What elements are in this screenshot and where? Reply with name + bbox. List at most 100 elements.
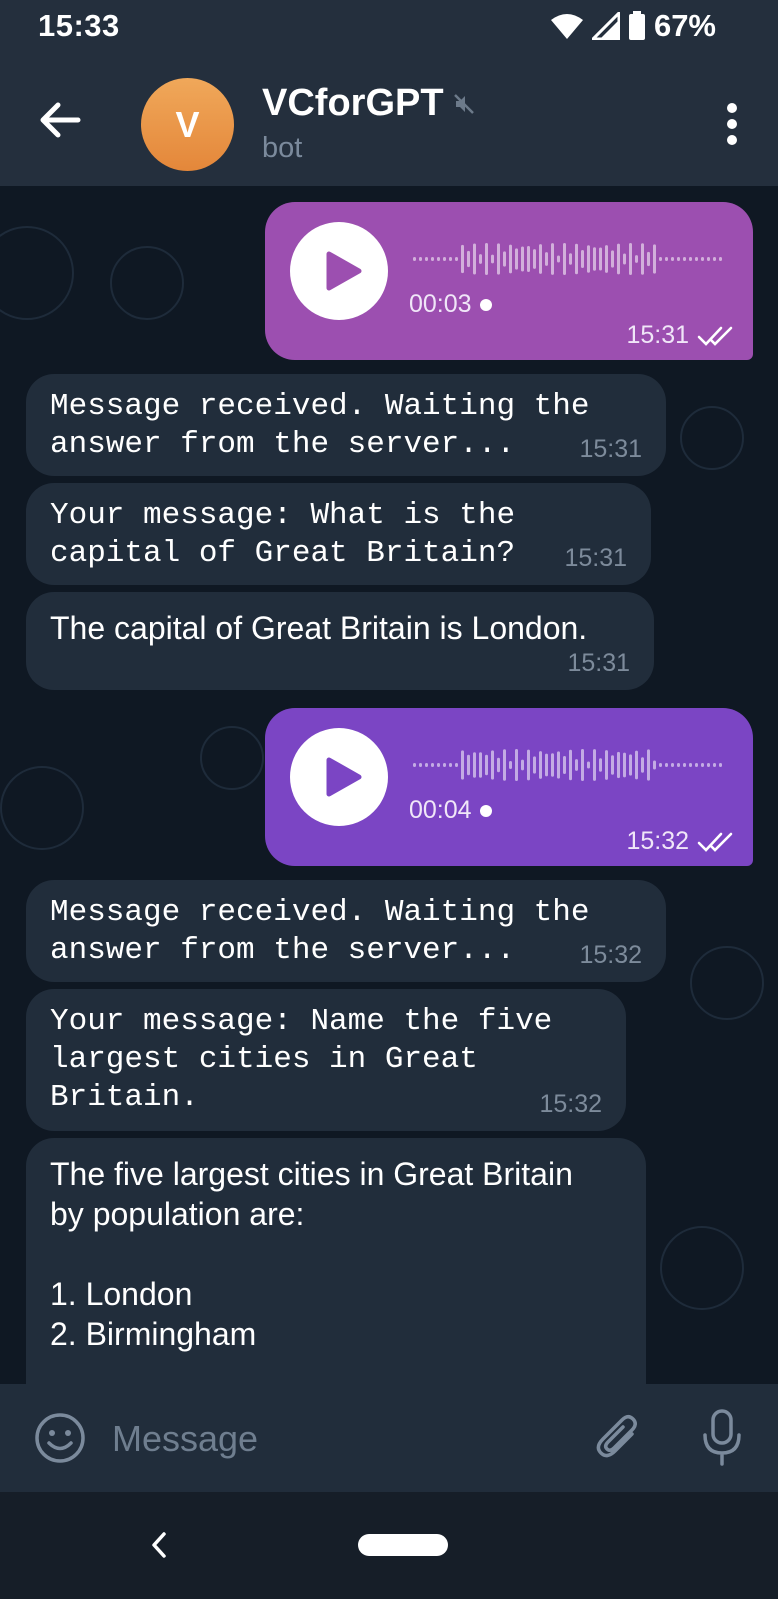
waveform-bar [419, 257, 422, 261]
waveform-bar [491, 750, 494, 780]
waveform[interactable] [413, 238, 723, 280]
chat-title-row[interactable]: VCforGPT [262, 82, 476, 125]
voice-message[interactable]: 00:03 15:31 [265, 202, 753, 360]
play-button[interactable] [290, 728, 388, 826]
waveform-bar [617, 243, 620, 275]
waveform-bar [677, 763, 680, 767]
waveform-bar [521, 759, 524, 771]
waveform-bar [647, 749, 650, 781]
waveform-bar [719, 257, 722, 261]
chat-title: VCforGPT [262, 82, 444, 124]
waveform-bar [413, 257, 416, 261]
waveform-bar [593, 247, 596, 271]
waveform-bar [635, 255, 638, 263]
waveform-bar [635, 750, 638, 780]
waveform-bar [527, 749, 530, 781]
waveform-bar [437, 257, 440, 261]
waveform-bar [515, 749, 518, 781]
more-menu-button[interactable] [722, 102, 742, 146]
incoming-message[interactable]: The five largest cities in Great Britain… [26, 1138, 646, 1384]
waveform-bar [659, 763, 662, 767]
muted-speaker-icon [453, 93, 474, 114]
waveform-bar [647, 251, 650, 267]
waveform-bar [539, 244, 542, 274]
message-time: 15:32 [539, 1090, 602, 1118]
avatar[interactable]: V [141, 78, 234, 171]
waveform-bar [593, 749, 596, 781]
incoming-message[interactable]: Message received. Waiting the answer fro… [26, 374, 666, 476]
message-text: Your message: What is the capital of Gre… [50, 498, 516, 571]
incoming-message[interactable]: Message received. Waiting the answer fro… [26, 880, 666, 982]
more-vertical-icon [727, 103, 737, 145]
waveform-bar [431, 257, 434, 261]
battery-percent: 67% [653, 8, 716, 43]
microphone-icon [703, 1409, 741, 1466]
message-input[interactable] [110, 1408, 554, 1470]
waveform-bar [509, 244, 512, 274]
background-doodle [660, 1226, 744, 1310]
message-text: Message received. Waiting the answer fro… [50, 895, 590, 968]
waveform-bar [575, 243, 578, 275]
waveform-bar [563, 755, 566, 775]
waveform-bar [641, 757, 644, 773]
chevron-left-icon [152, 1532, 166, 1558]
microphone-button[interactable] [700, 1408, 744, 1473]
status-time: 15:33 [38, 8, 120, 43]
duration-text: 00:04 [409, 796, 472, 824]
waveform-bar [575, 759, 578, 771]
message-time: 15:31 [567, 649, 630, 677]
chat-header: V VCforGPT bot [0, 52, 778, 186]
signal-icon [591, 12, 620, 40]
background-doodle [680, 406, 744, 470]
voice-duration: 00:03 [409, 290, 492, 319]
time-text: 15:32 [626, 827, 689, 855]
nav-back-button[interactable] [148, 1530, 170, 1565]
play-button[interactable] [290, 222, 388, 320]
waveform-bar [533, 756, 536, 774]
incoming-message[interactable]: The capital of Great Britain is London. … [26, 592, 654, 690]
voice-message[interactable]: 00:04 15:32 [265, 708, 753, 866]
waveform-bar [533, 249, 536, 269]
waveform-bar [569, 253, 572, 265]
message-text: The capital of Great Britain is London. [50, 610, 588, 646]
message-composer [0, 1384, 778, 1492]
waveform-bar [677, 257, 680, 261]
waveform-bar [581, 250, 584, 268]
incoming-message[interactable]: Your message: What is the capital of Gre… [26, 483, 651, 585]
waveform-bar [605, 750, 608, 780]
waveform-bar [491, 254, 494, 264]
unplayed-dot [479, 804, 492, 817]
waveform-bar [617, 751, 620, 779]
chat-area[interactable]: 00:03 15:31 Message received. Waiting th… [0, 186, 778, 1384]
message-text: Your message: Name the five largest citi… [50, 1004, 553, 1115]
waveform-bar [479, 254, 482, 264]
emoji-button[interactable] [34, 1412, 86, 1469]
waveform-bar [719, 763, 722, 767]
play-icon [326, 757, 362, 797]
waveform-bar [485, 243, 488, 275]
waveform-bar [449, 257, 452, 261]
waveform-bar [413, 763, 416, 767]
waveform-bar [515, 248, 518, 270]
waveform-bar [467, 250, 470, 268]
waveform-bar [611, 250, 614, 268]
waveform-bar [653, 244, 656, 274]
waveform-bar [695, 763, 698, 767]
system-nav-bar [0, 1492, 778, 1599]
waveform-bar [563, 243, 566, 275]
back-button[interactable] [38, 100, 86, 140]
waveform-bar [551, 753, 554, 777]
waveform[interactable] [413, 744, 723, 786]
waveform-bar [473, 243, 476, 275]
waveform-bar [557, 751, 560, 779]
waveform-bar [503, 749, 506, 781]
attach-button[interactable] [594, 1412, 644, 1469]
unplayed-dot [479, 298, 492, 311]
waveform-bar [455, 257, 458, 261]
waveform-bar [599, 247, 602, 271]
waveform-bar [587, 245, 590, 273]
nav-home-pill[interactable] [358, 1534, 448, 1556]
incoming-message[interactable]: Your message: Name the five largest citi… [26, 989, 626, 1131]
waveform-bar [569, 749, 572, 781]
waveform-bar [623, 752, 626, 778]
